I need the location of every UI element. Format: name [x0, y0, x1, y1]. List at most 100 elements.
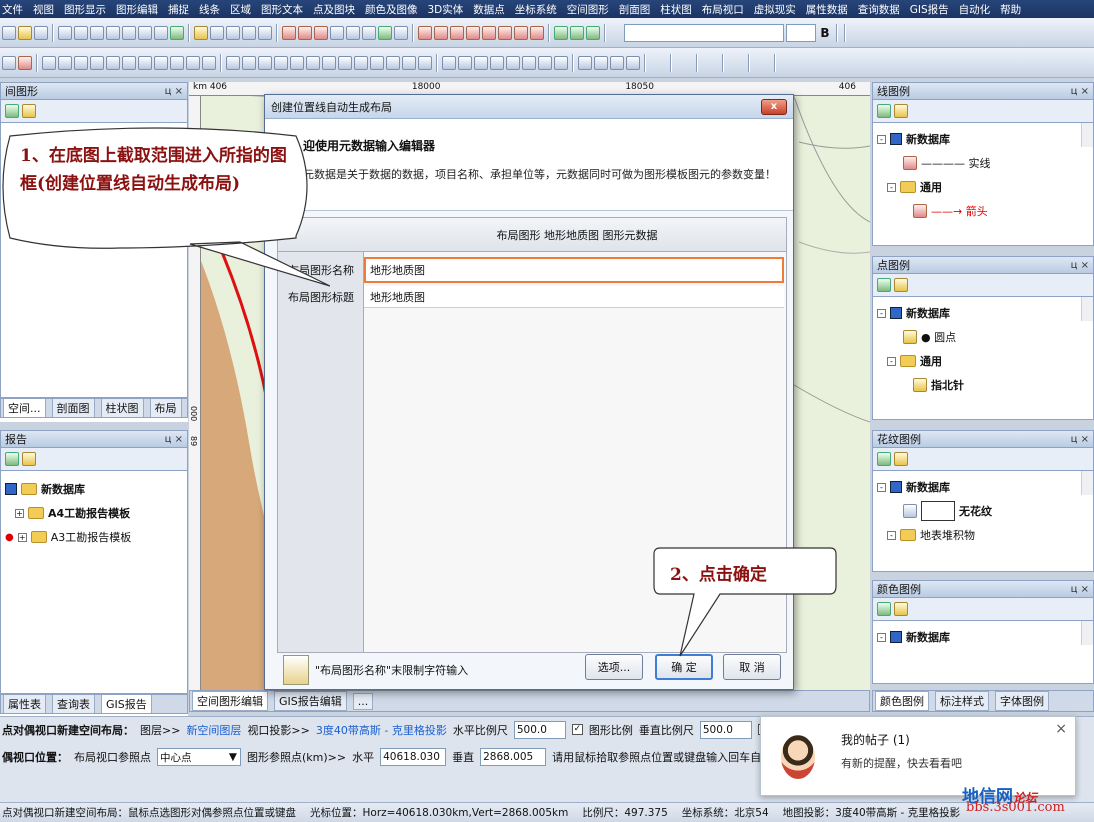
- menu-item[interactable]: 帮助: [1000, 2, 1021, 17]
- region2-icon[interactable]: [362, 25, 376, 40]
- layout-title-input[interactable]: 地形地质图: [364, 286, 784, 308]
- tab-query[interactable]: 查询表: [52, 695, 95, 713]
- tab-column[interactable]: 柱状图: [100, 399, 144, 417]
- chart-icon[interactable]: [482, 25, 496, 40]
- expand-icon[interactable]: +: [17, 532, 27, 542]
- para-icon[interactable]: [474, 55, 488, 70]
- hatch-icon[interactable]: [402, 55, 416, 70]
- fill-icon[interactable]: [330, 25, 344, 40]
- add-icon[interactable]: [877, 602, 891, 616]
- polyline-icon[interactable]: [314, 25, 328, 40]
- folder-icon[interactable]: [894, 452, 908, 466]
- collapse-icon[interactable]: -: [887, 182, 896, 192]
- angle-icon[interactable]: [386, 55, 400, 70]
- node-icon[interactable]: [210, 25, 224, 40]
- select-icon[interactable]: [226, 55, 240, 70]
- menu-item[interactable]: 柱状图: [660, 2, 692, 17]
- move2-icon[interactable]: [274, 55, 288, 70]
- menu-item[interactable]: 视图: [33, 2, 54, 17]
- move-icon[interactable]: [258, 55, 272, 70]
- help-icon[interactable]: [170, 25, 184, 40]
- menu-item[interactable]: 3D实体: [428, 2, 464, 17]
- legend-item-no-pattern[interactable]: 无花纹: [877, 499, 1089, 523]
- array-icon[interactable]: [354, 55, 368, 70]
- layer-icon[interactable]: [2, 55, 16, 70]
- pen-icon[interactable]: [194, 25, 208, 40]
- pencil-icon[interactable]: [242, 55, 256, 70]
- circle-icon[interactable]: [490, 55, 504, 70]
- grid2-icon[interactable]: [530, 25, 544, 40]
- dialog-close-button[interactable]: x: [761, 98, 787, 115]
- menu-item[interactable]: 点及图块: [313, 2, 355, 17]
- rect-icon[interactable]: [458, 55, 472, 70]
- paste-icon[interactable]: [90, 25, 104, 40]
- menu-item[interactable]: 文件: [2, 2, 23, 17]
- tree-root[interactable]: - 新数据库: [877, 127, 1089, 151]
- table-icon[interactable]: [498, 25, 512, 40]
- tab-more[interactable]: ...: [352, 692, 374, 710]
- menu-item[interactable]: 自动化: [959, 2, 991, 17]
- tree-root[interactable]: - 新数据库: [877, 475, 1089, 499]
- zoom-fit-icon[interactable]: [170, 55, 184, 70]
- collapse-icon[interactable]: -: [887, 356, 896, 366]
- label-icon[interactable]: [258, 25, 272, 40]
- refresh-icon[interactable]: [186, 55, 200, 70]
- menu-item[interactable]: 图形文本: [261, 2, 303, 17]
- menu-item[interactable]: 查询数据: [858, 2, 900, 17]
- menu-item[interactable]: 属性数据: [806, 2, 848, 17]
- pan-icon[interactable]: [42, 55, 56, 70]
- frame-icon[interactable]: [610, 55, 624, 70]
- tree-folder[interactable]: - 通用: [877, 175, 1089, 199]
- arc3-icon[interactable]: [554, 55, 568, 70]
- point2-icon[interactable]: [434, 25, 448, 40]
- zoom-prev-icon[interactable]: [106, 55, 120, 70]
- block-icon[interactable]: [450, 25, 464, 40]
- panel-pin-close[interactable]: ц ×: [1071, 260, 1089, 271]
- block2-icon[interactable]: [466, 25, 480, 40]
- notify-title[interactable]: 我的帖子 (1): [841, 731, 910, 748]
- panel-pin-close[interactable]: ц ×: [1071, 86, 1089, 97]
- info-icon[interactable]: [18, 55, 32, 70]
- layer-link[interactable]: 新空间图层: [186, 722, 241, 738]
- tab-gis-edit[interactable]: GIS报告编辑: [274, 691, 347, 711]
- add-icon[interactable]: [877, 278, 891, 292]
- menu-item[interactable]: 颜色及图像: [365, 2, 418, 17]
- tab-gis-report[interactable]: GIS报告: [101, 695, 152, 713]
- clip-icon[interactable]: [394, 25, 408, 40]
- add-icon[interactable]: [5, 452, 19, 466]
- copy-icon[interactable]: [74, 25, 88, 40]
- menu-item[interactable]: 线条: [199, 2, 220, 17]
- panel-pin-close[interactable]: ц ×: [1071, 434, 1089, 445]
- measure-icon[interactable]: [370, 55, 384, 70]
- horizontal-input[interactable]: 40618.030: [380, 748, 447, 766]
- point-icon[interactable]: [418, 25, 432, 40]
- vscale-input[interactable]: 500.0: [699, 720, 752, 739]
- line-icon[interactable]: [282, 25, 296, 40]
- scrollbar[interactable]: [1081, 297, 1093, 321]
- menu-item[interactable]: 图形编辑: [116, 2, 158, 17]
- tab-spatial-edit[interactable]: 空间图形编辑: [192, 691, 268, 711]
- arc2-icon[interactable]: [538, 55, 552, 70]
- zoom-in-icon[interactable]: [58, 55, 72, 70]
- triangle-icon[interactable]: [418, 55, 432, 70]
- split-icon[interactable]: [226, 25, 240, 40]
- grid-icon[interactable]: [514, 25, 528, 40]
- menu-item[interactable]: 数据点: [473, 2, 505, 17]
- report2-icon[interactable]: [570, 25, 584, 40]
- arc-icon[interactable]: [442, 55, 456, 70]
- options-button[interactable]: 选项...: [585, 654, 643, 680]
- zoom-all-icon[interactable]: [122, 55, 136, 70]
- curve-icon[interactable]: [298, 25, 312, 40]
- folder-icon[interactable]: [22, 452, 36, 466]
- save-icon[interactable]: [34, 25, 48, 40]
- menu-item[interactable]: 剖面图: [619, 2, 651, 17]
- menu-item[interactable]: 布局视口: [702, 2, 744, 17]
- redo-icon[interactable]: [122, 25, 136, 40]
- open-icon[interactable]: [18, 25, 32, 40]
- zoom-window-icon[interactable]: [90, 55, 104, 70]
- menu-item[interactable]: 图形显示: [64, 2, 106, 17]
- anchor-select[interactable]: 中心点 ▼: [157, 748, 241, 766]
- notify-close-icon[interactable]: ×: [1055, 721, 1067, 737]
- tree-root[interactable]: - 新数据库: [877, 301, 1089, 325]
- folder-icon[interactable]: [894, 602, 908, 616]
